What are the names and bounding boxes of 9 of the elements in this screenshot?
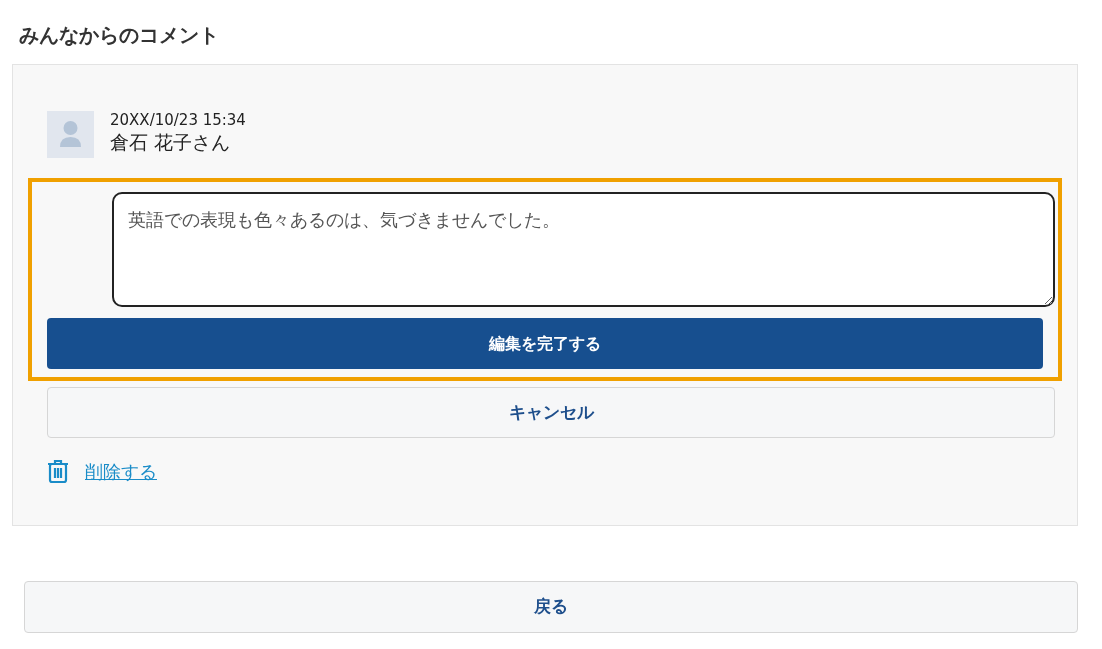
- trash-icon[interactable]: [47, 459, 69, 484]
- back-button[interactable]: 戻る: [24, 581, 1078, 633]
- delete-link[interactable]: 削除する: [85, 458, 157, 485]
- comment-field[interactable]: 英語での表現も色々あるのは、気づきませんでした。: [112, 192, 1055, 307]
- complete-edit-button[interactable]: 編集を完了する: [47, 318, 1043, 369]
- cancel-button[interactable]: キャンセル: [47, 387, 1055, 438]
- comment-timestamp: 20XX/10/23 15:34: [110, 111, 246, 129]
- comment-author: 倉石 花子さん: [110, 130, 232, 155]
- section-heading: みんなからのコメント: [19, 22, 220, 49]
